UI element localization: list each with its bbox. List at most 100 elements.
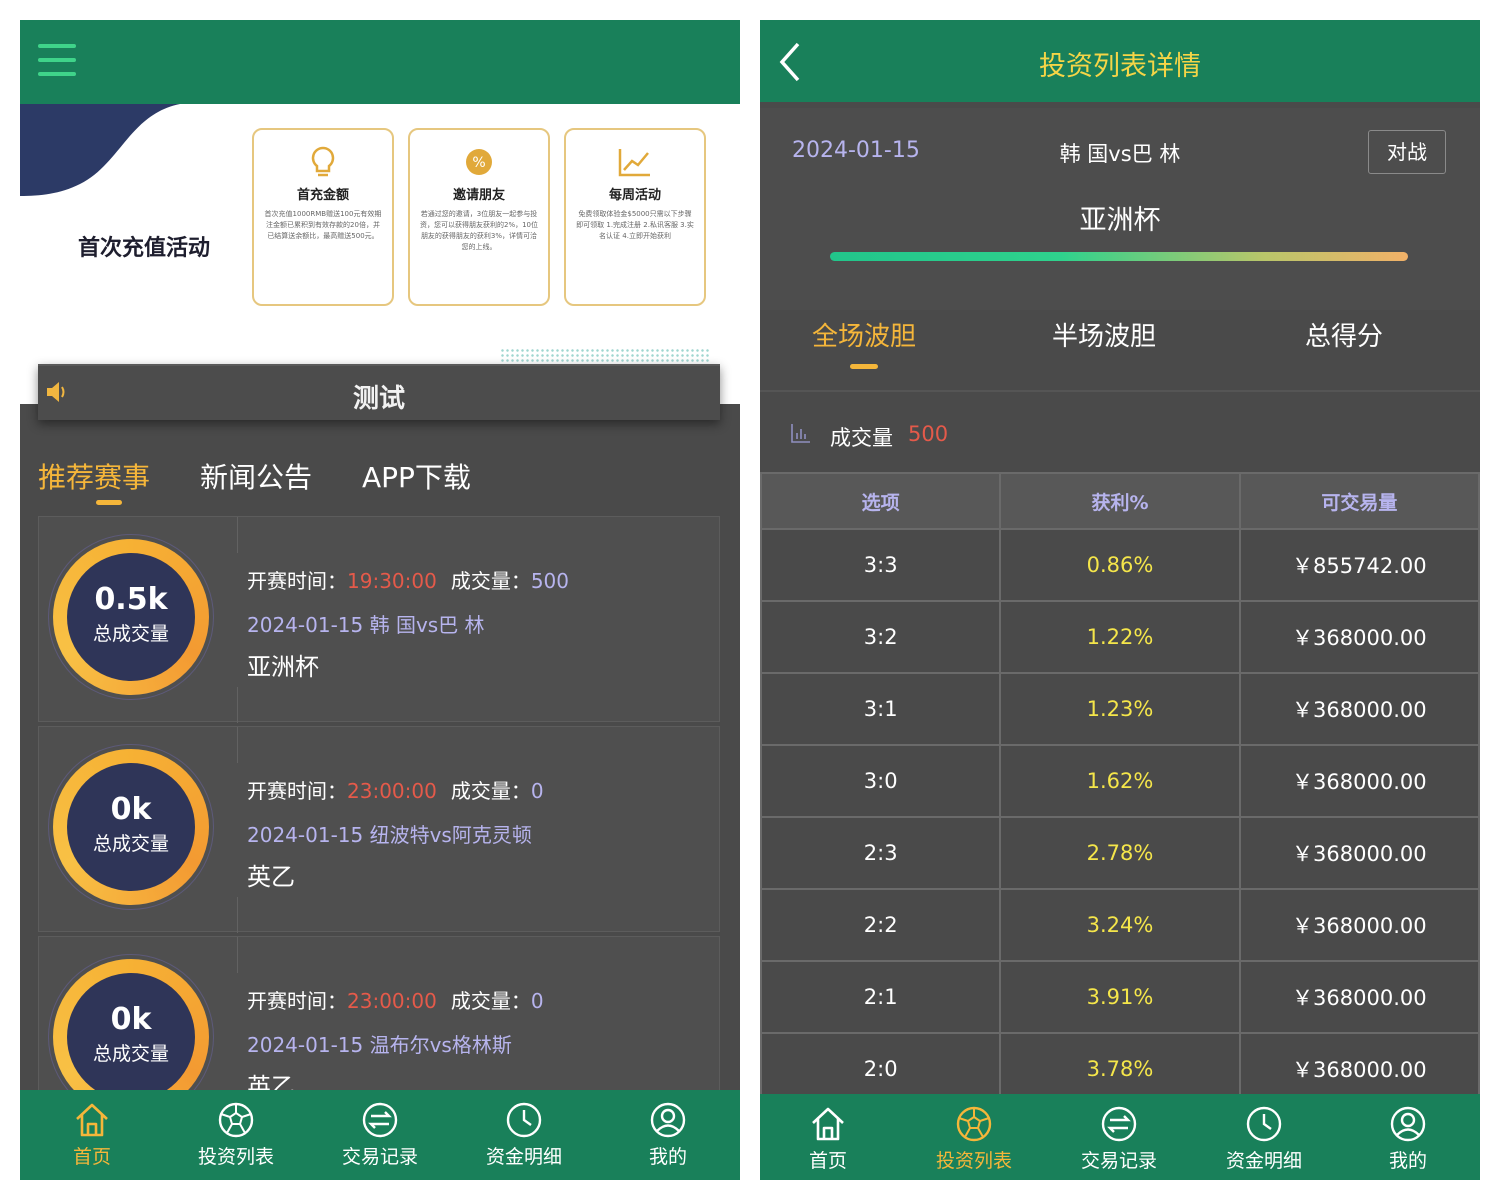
notice-text: 测试 — [352, 384, 405, 414]
cell-profit: 0.86% — [999, 528, 1241, 602]
tabbar-item-fund-details[interactable]: 资金明细 — [452, 1100, 596, 1169]
notice-bar[interactable]: 测试 — [38, 364, 720, 420]
active-tab-indicator — [850, 364, 878, 369]
tabbar-label: 投资列表 — [935, 1150, 1012, 1172]
table-row[interactable]: 2:3 2.78% ￥368000.00 — [760, 816, 1480, 890]
bottom-tabbar: 首页 投资列表 交易记录 资金明细 我的 — [760, 1094, 1480, 1180]
match-info-panel: 2024-01-15 韩 国vs巴 林 对战 亚洲杯 — [760, 108, 1480, 310]
home-screen: 首次充值活动 首充金额 首次充值1000RMB赠送100元有效期注金额已累积到有… — [20, 20, 740, 1180]
tabbar-item-invest-list[interactable]: 投资列表 — [902, 1104, 1046, 1173]
battle-button[interactable]: 对战 — [1368, 130, 1446, 174]
tabbar-item-mine[interactable]: 我的 — [596, 1100, 740, 1169]
tabbar-label: 资金明细 — [1225, 1150, 1302, 1172]
soccer-ball-icon — [902, 1104, 1046, 1144]
match-league: 亚洲杯 — [247, 653, 319, 681]
ring-label: 总成交量 — [92, 623, 169, 645]
exchange-icon — [308, 1100, 452, 1140]
cell-tradable: ￥368000.00 — [1238, 600, 1480, 674]
table-row[interactable]: 3:0 1.62% ￥368000.00 — [760, 744, 1480, 818]
match-league: 英乙 — [247, 863, 295, 891]
cell-option: 3:0 — [760, 744, 1002, 818]
bet-type-tabs: 全场波胆 半场波胆 总得分 — [760, 310, 1480, 390]
promo-card-title: 每周活动 — [608, 188, 661, 203]
volume-value: 0 — [530, 779, 544, 803]
tabbar-label: 交易记录 — [341, 1146, 418, 1168]
volume-label: 成交量： — [450, 989, 531, 1013]
cell-profit: 3.91% — [999, 960, 1241, 1034]
promo-card-title: 首充金额 — [296, 188, 349, 203]
promo-card-invite: % 邀请朋友 若通过您的邀请，3位朋友一起参与投资，您可以获得朋友获利的2%，1… — [408, 128, 550, 306]
volume-ring: 0.5k 总成交量 — [53, 539, 209, 695]
bar-chart-icon — [790, 422, 812, 448]
table-row[interactable]: 3:3 0.86% ￥855742.00 — [760, 528, 1480, 602]
odds-table: 选项 获利% 可交易量 3:3 0.86% ￥855742.00 3:2 1.22% ￥… — [760, 472, 1480, 1106]
tab-app-download[interactable]: APP下载 — [362, 456, 471, 496]
tab-half-time-score[interactable]: 半场波胆 — [984, 316, 1224, 353]
start-time: 23:00:00 — [347, 989, 437, 1013]
svg-text:%: % — [472, 155, 485, 171]
cell-option: 2:1 — [760, 960, 1002, 1034]
table-row[interactable]: 2:2 3.24% ￥368000.00 — [760, 888, 1480, 962]
tabbar-item-mine[interactable]: 我的 — [1336, 1104, 1480, 1173]
home-icon — [20, 1100, 164, 1140]
top-header — [20, 20, 740, 104]
clock-icon — [1192, 1104, 1336, 1144]
tabbar-label: 投资列表 — [197, 1146, 274, 1168]
trend-chart-icon — [566, 146, 704, 178]
table-row[interactable]: 2:1 3.91% ￥368000.00 — [760, 960, 1480, 1034]
promo-card-weekly: 每周活动 免费领取体验金$5000只需以下步骤即可领取 1.完成注册 2.私讯客… — [564, 128, 706, 306]
start-time: 19:30:00 — [347, 569, 437, 593]
tabbar-item-trade-records[interactable]: 交易记录 — [1047, 1104, 1191, 1173]
user-icon — [596, 1100, 740, 1140]
match-card[interactable]: 0.5k 总成交量 开赛时间：19:30:00 成交量：500 2024-01-1… — [38, 516, 720, 723]
tabbar-item-invest-list[interactable]: 投资列表 — [164, 1100, 308, 1169]
cell-tradable: ￥368000.00 — [1238, 744, 1480, 818]
hamburger-menu-icon[interactable] — [38, 44, 76, 76]
lightbulb-icon — [254, 146, 392, 178]
match-teams: 2024-01-15 温布尔vs格林斯 — [247, 1033, 512, 1057]
page-title: 投资列表详情 — [1039, 51, 1201, 82]
volume-ring: 0k 总成交量 — [53, 749, 209, 905]
promo-banner[interactable]: 首次充值活动 首充金额 首次充值1000RMB赠送100元有效期注金额已累积到有… — [20, 104, 740, 404]
tab-news[interactable]: 新闻公告 — [200, 456, 312, 496]
promo-card-desc: 若通过您的邀请，3位朋友一起参与投资，您可以获得朋友获利的2%，10位朋友的获得… — [420, 210, 539, 251]
ring-value: 0.5k — [94, 582, 168, 617]
table-row[interactable]: 3:2 1.22% ￥368000.00 — [760, 600, 1480, 674]
time-label: 开赛时间： — [247, 779, 347, 803]
cell-profit: 1.22% — [999, 600, 1241, 674]
wave-decoration — [20, 104, 180, 196]
tab-total-score[interactable]: 总得分 — [1224, 316, 1464, 353]
tabbar-label: 我的 — [1388, 1150, 1427, 1172]
cell-tradable: ￥855742.00 — [1238, 528, 1480, 602]
table-row[interactable]: 3:1 1.23% ￥368000.00 — [760, 672, 1480, 746]
tabbar-item-trade-records[interactable]: 交易记录 — [308, 1100, 452, 1169]
volume-label: 成交量 — [830, 426, 893, 450]
match-card[interactable]: 0k 总成交量 开赛时间：23:00:00 成交量：0 2024-01-15 纽波… — [38, 726, 720, 933]
tabbar-label: 首页 — [72, 1146, 111, 1168]
tabbar-item-fund-details[interactable]: 资金明细 — [1192, 1104, 1336, 1173]
table-header-row: 选项 获利% 可交易量 — [760, 472, 1480, 530]
detail-screen: 投资列表详情 2024-01-15 韩 国vs巴 林 对战 亚洲杯 全场波胆 半… — [760, 20, 1480, 1180]
cell-tradable: ￥368000.00 — [1238, 960, 1480, 1034]
cell-option: 3:3 — [760, 528, 1002, 602]
bottom-tabbar: 首页 投资列表 交易记录 资金明细 我的 — [20, 1090, 740, 1180]
cell-option: 3:2 — [760, 600, 1002, 674]
tab-full-time-score[interactable]: 全场波胆 — [760, 316, 984, 353]
volume-label: 成交量： — [450, 779, 531, 803]
banner-title: 首次充值活动 — [78, 236, 211, 261]
cell-option: 2:2 — [760, 888, 1002, 962]
promo-card-first-deposit: 首充金额 首次充值1000RMB赠送100元有效期注金额已累积到有效存款的20倍… — [252, 128, 394, 306]
tab-recommended-matches[interactable]: 推荐赛事 — [38, 456, 150, 496]
cell-tradable: ￥368000.00 — [1238, 672, 1480, 746]
tabbar-item-home[interactable]: 首页 — [20, 1100, 164, 1169]
column-header-tradable: 可交易量 — [1238, 472, 1480, 530]
tabbar-label: 首页 — [808, 1150, 847, 1172]
volume-row: 成交量 500 — [760, 390, 1480, 472]
column-header-profit: 获利% — [999, 472, 1241, 530]
cell-profit: 3.24% — [999, 888, 1241, 962]
cell-profit: 2.78% — [999, 816, 1241, 890]
tabbar-item-home[interactable]: 首页 — [760, 1104, 900, 1173]
match-league: 亚洲杯 — [1079, 205, 1161, 236]
exchange-icon — [1047, 1104, 1191, 1144]
soccer-ball-icon — [164, 1100, 308, 1140]
